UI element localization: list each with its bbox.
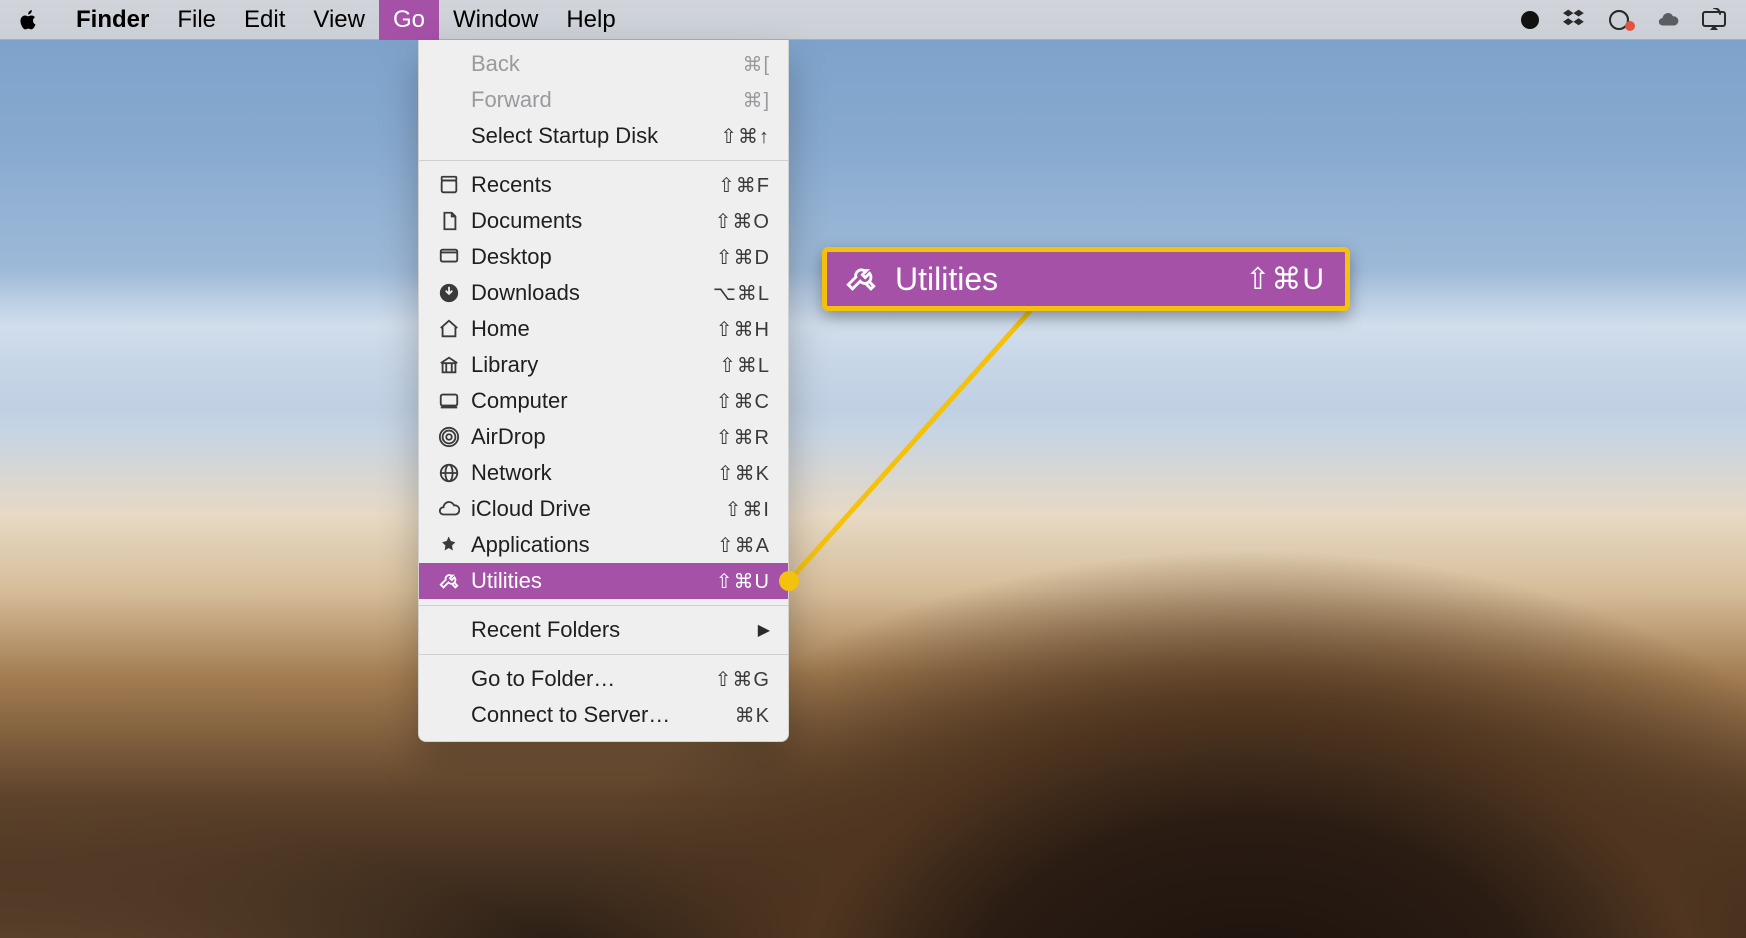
menuitem-label: Applications [471,532,717,558]
menuitem-shortcut: ⇧⌘R [716,425,770,450]
menuitem-icloud-drive[interactable]: iCloud Drive ⇧⌘I [419,491,788,527]
menuitem-label: Home [471,316,716,342]
menuitem-go-to-folder[interactable]: Go to Folder… ⇧⌘G [419,661,788,697]
menu-go[interactable]: Go [379,0,439,40]
menubar-status-area [1516,0,1746,40]
menuitem-back: Back ⌘[ [419,46,788,82]
desktop-wallpaper [0,0,1746,938]
app-name[interactable]: Finder [62,0,163,40]
menuitem-home[interactable]: Home ⇧⌘H [419,311,788,347]
menuitem-shortcut: ⇧⌘U [716,569,770,594]
menuitem-label: Documents [471,208,715,234]
submenu-chevron-icon: ▶ [758,620,770,640]
menu-file[interactable]: File [163,0,230,40]
airplay-icon[interactable] [1700,6,1728,34]
apple-logo-icon[interactable] [18,9,40,31]
menuitem-label: iCloud Drive [471,496,725,522]
menuitem-label: Computer [471,388,716,414]
menuitem-applications[interactable]: Applications ⇧⌘A [419,527,788,563]
recents-icon [435,171,463,199]
documents-icon [435,207,463,235]
utilities-icon [435,567,463,595]
utilities-icon [843,261,879,297]
menuitem-shortcut: ⇧⌘↑ [720,124,770,149]
menuitem-label: Recent Folders [435,617,758,643]
callout-utilities: Utilities ⇧⌘U [822,247,1350,311]
menuitem-shortcut: ⇧⌘H [716,317,770,342]
menuitem-select-startup-disk[interactable]: Select Startup Disk ⇧⌘↑ [419,118,788,154]
menuitem-shortcut: ⇧⌘G [715,667,770,692]
menuitem-shortcut: ⇧⌘O [715,209,770,234]
network-icon [435,459,463,487]
callout-label: Utilities [895,261,998,298]
menuitem-computer[interactable]: Computer ⇧⌘C [419,383,788,419]
menu-separator [419,654,788,655]
home-icon [435,315,463,343]
computer-icon [435,387,463,415]
applications-icon [435,531,463,559]
menuitem-shortcut: ⌘K [735,703,770,728]
downloads-icon [435,279,463,307]
dropbox-icon[interactable] [1562,6,1590,34]
menuitem-label: Downloads [471,280,713,306]
menuitem-desktop[interactable]: Desktop ⇧⌘D [419,239,788,275]
menuitem-label: Forward [435,87,742,113]
go-menu-dropdown: Back ⌘[ Forward ⌘] Select Startup Disk ⇧… [418,40,789,742]
menu-help[interactable]: Help [552,0,629,40]
menuitem-shortcut: ⇧⌘F [718,173,770,198]
airdrop-icon [435,423,463,451]
menuitem-shortcut: ⇧⌘A [717,533,770,558]
menu-view[interactable]: View [299,0,379,40]
menuitem-airdrop[interactable]: AirDrop ⇧⌘R [419,419,788,455]
menuitem-network[interactable]: Network ⇧⌘K [419,455,788,491]
menubar: Finder File Edit View Go Window Help [0,0,1746,40]
menuitem-forward: Forward ⌘] [419,82,788,118]
menuitem-utilities[interactable]: Utilities ⇧⌘U [419,563,788,599]
library-icon [435,351,463,379]
menuitem-label: Desktop [471,244,716,270]
menuitem-downloads[interactable]: Downloads ⌥⌘L [419,275,788,311]
menu-separator [419,605,788,606]
menuitem-shortcut: ⌘[ [742,52,770,77]
menuitem-label: Library [471,352,719,378]
menuitem-connect-to-server[interactable]: Connect to Server… ⌘K [419,697,788,733]
menuitem-label: Utilities [471,568,716,594]
screenrec-icon[interactable] [1608,6,1636,34]
status-dot-icon[interactable] [1516,6,1544,34]
menuitem-recents[interactable]: Recents ⇧⌘F [419,167,788,203]
menuitem-label: Back [435,51,742,77]
callout-shortcut: ⇧⌘U [1245,262,1325,297]
menu-separator [419,160,788,161]
menuitem-label: AirDrop [471,424,716,450]
menuitem-label: Go to Folder… [435,666,715,692]
menuitem-shortcut: ⇧⌘L [719,353,770,378]
icloud-icon [435,495,463,523]
menuitem-documents[interactable]: Documents ⇧⌘O [419,203,788,239]
menu-edit[interactable]: Edit [230,0,299,40]
menuitem-recent-folders[interactable]: Recent Folders ▶ [419,612,788,648]
menuitem-library[interactable]: Library ⇧⌘L [419,347,788,383]
menuitem-label: Select Startup Disk [435,123,720,149]
menuitem-label: Recents [471,172,718,198]
menuitem-shortcut: ⌘] [742,88,770,113]
menuitem-shortcut: ⇧⌘D [716,245,770,270]
menuitem-label: Connect to Server… [435,702,735,728]
menuitem-shortcut: ⌥⌘L [713,281,770,306]
menuitem-label: Network [471,460,717,486]
menuitem-shortcut: ⇧⌘K [717,461,770,486]
callout-anchor-dot [779,571,799,591]
menuitem-shortcut: ⇧⌘C [716,389,770,414]
menu-window[interactable]: Window [439,0,552,40]
desktop-icon [435,243,463,271]
menuitem-shortcut: ⇧⌘I [725,497,770,522]
cloud-icon[interactable] [1654,6,1682,34]
